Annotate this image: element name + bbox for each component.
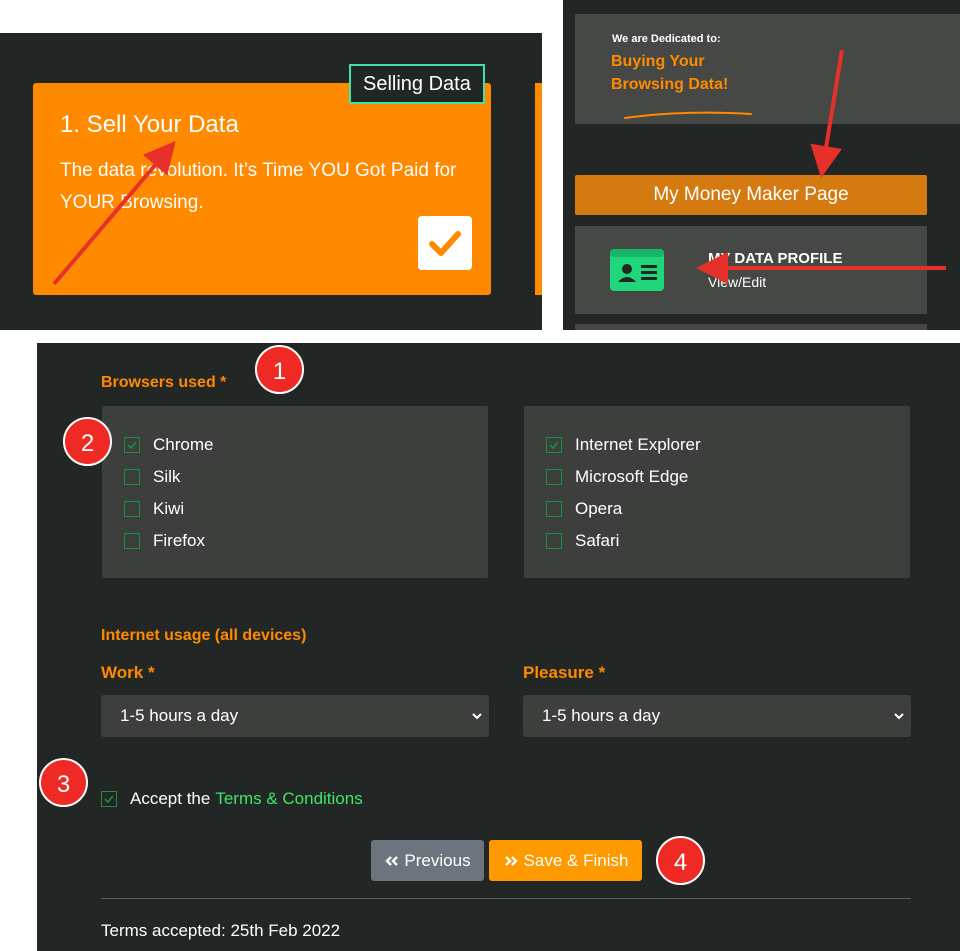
- browsers-left-group: Chrome Silk Kiwi Firefox: [102, 406, 488, 578]
- browser-option-firefox[interactable]: Firefox: [124, 529, 205, 553]
- accept-terms-checkbox[interactable]: [101, 791, 117, 807]
- browser-option-kiwi[interactable]: Kiwi: [124, 497, 184, 521]
- browser-checkbox[interactable]: [124, 533, 140, 549]
- browser-label: Safari: [575, 531, 620, 550]
- pleasure-text: Pleasure: [523, 663, 594, 682]
- browser-option-microsoft-edge[interactable]: Microsoft Edge: [546, 465, 688, 489]
- previous-label: Previous: [404, 850, 471, 870]
- dedicated-headline-line2: Browsing Data!: [611, 76, 729, 93]
- marker-4: 4: [656, 836, 705, 885]
- required-mark: *: [598, 663, 606, 682]
- check-icon: [549, 441, 559, 450]
- terms-conditions-link[interactable]: Terms & Conditions: [215, 789, 362, 809]
- browser-option-safari[interactable]: Safari: [546, 529, 619, 553]
- browser-checkbox[interactable]: [124, 469, 140, 485]
- browser-label: Opera: [575, 499, 623, 518]
- money-maker-page-button[interactable]: My Money Maker Page: [575, 175, 927, 215]
- id-card-icon: [610, 249, 664, 291]
- browser-checkbox[interactable]: [546, 501, 562, 517]
- dedicated-caption: We are Dedicated to:: [612, 33, 721, 45]
- profile-form-panel: Browsers used * Chrome Silk Kiwi Firefox In…: [37, 343, 960, 951]
- chevron-down-icon: [472, 713, 482, 720]
- browser-label: Internet Explorer: [575, 435, 701, 454]
- browser-checkbox[interactable]: [124, 501, 140, 517]
- profile-title: MY DATA PROFILE: [708, 250, 843, 267]
- browser-option-internet-explorer[interactable]: Internet Explorer: [546, 433, 701, 457]
- browser-label: Firefox: [153, 531, 205, 550]
- check-icon: [127, 441, 137, 450]
- browser-label: Silk: [153, 467, 181, 486]
- work-text: Work: [101, 663, 144, 682]
- work-label: Work *: [101, 663, 155, 683]
- dedicated-headline-line1: Buying Your: [611, 53, 705, 70]
- save-finish-label: Save & Finish: [523, 850, 629, 870]
- browser-label: Kiwi: [153, 499, 185, 518]
- browser-checkbox[interactable]: [546, 469, 562, 485]
- step-title: 1. Sell Your Data: [60, 111, 239, 138]
- internet-usage-label: Internet usage (all devices): [101, 627, 307, 644]
- selling-data-badge: Selling Data: [349, 64, 485, 104]
- browsers-right-group: Internet Explorer Microsoft Edge Opera Safa…: [524, 406, 910, 578]
- chevron-down-icon: [894, 713, 904, 720]
- required-mark: *: [147, 663, 155, 682]
- next-card-edge: [575, 324, 927, 330]
- browser-checkbox[interactable]: [546, 437, 562, 453]
- sell-your-data-card[interactable]: 1. Sell Your Data The data revolution. I…: [33, 83, 491, 295]
- underline-swoosh-icon: [624, 111, 752, 119]
- divider: [101, 898, 911, 899]
- browser-option-chrome[interactable]: Chrome: [124, 433, 213, 457]
- double-chevron-right-icon: [504, 855, 518, 866]
- pleasure-label: Pleasure *: [523, 663, 605, 683]
- work-hours-select[interactable]: 1-5 hours a day: [101, 695, 489, 737]
- pleasure-hours-value: 1-5 hours a day: [542, 706, 661, 725]
- my-data-profile-card[interactable]: MY DATA PROFILE View/Edit: [575, 226, 927, 314]
- next-step-card-edge: [535, 83, 542, 295]
- terms-accepted-date: Terms accepted: 25th Feb 2022: [101, 921, 341, 940]
- check-icon: [104, 795, 114, 804]
- browsers-used-text: Browsers used: [101, 374, 216, 391]
- browser-label: Microsoft Edge: [575, 467, 689, 486]
- browsers-used-label: Browsers used *: [101, 374, 226, 392]
- marker-2: 2: [63, 417, 112, 466]
- work-hours-value: 1-5 hours a day: [120, 706, 239, 725]
- accept-terms-row: Accept the Terms & Conditions: [101, 788, 363, 810]
- previous-button[interactable]: Previous: [371, 840, 484, 881]
- marker-1: 1: [255, 345, 304, 394]
- accept-terms-text: Accept the: [130, 789, 211, 808]
- browser-option-silk[interactable]: Silk: [124, 465, 180, 489]
- double-chevron-left-icon: [385, 855, 399, 866]
- pleasure-hours-select[interactable]: 1-5 hours a day: [523, 695, 911, 737]
- dedicated-headline: Buying Your Browsing Data!: [611, 50, 761, 96]
- selling-data-panel: 1. Sell Your Data The data revolution. I…: [0, 33, 542, 330]
- profile-view-edit-link[interactable]: View/Edit: [708, 274, 766, 290]
- browser-label: Chrome: [153, 435, 214, 454]
- completed-check-icon: [418, 216, 472, 270]
- dedicated-banner: We are Dedicated to: Buying Your Browsin…: [575, 14, 960, 124]
- marker-3: 3: [39, 758, 88, 807]
- browser-option-opera[interactable]: Opera: [546, 497, 622, 521]
- required-mark: *: [220, 374, 227, 391]
- browser-checkbox[interactable]: [546, 533, 562, 549]
- step-description: The data revolution. It’s Time YOU Got P…: [60, 160, 457, 213]
- browser-checkbox[interactable]: [124, 437, 140, 453]
- save-finish-button[interactable]: Save & Finish: [489, 840, 642, 881]
- dashboard-panel: We are Dedicated to: Buying Your Browsin…: [563, 0, 960, 330]
